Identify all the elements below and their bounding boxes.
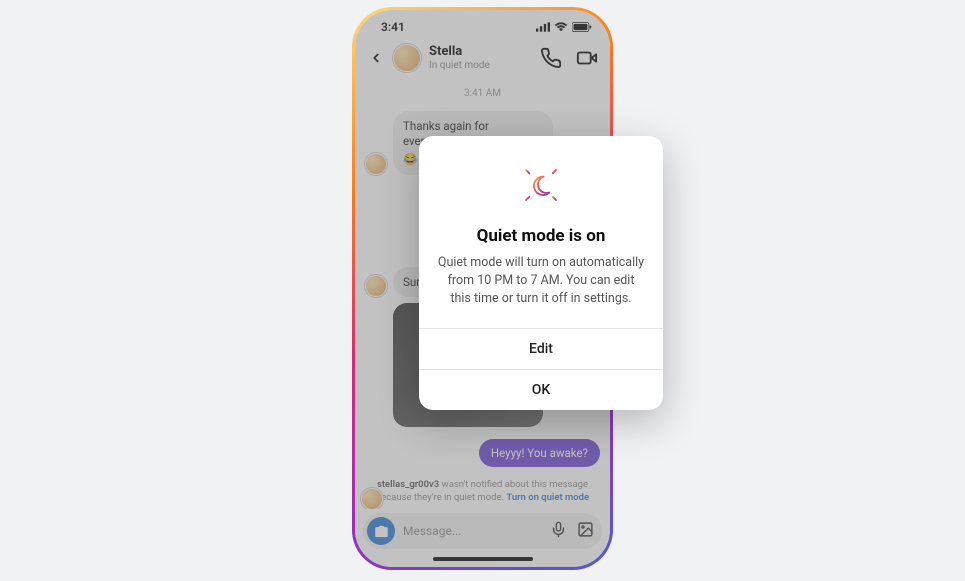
- contact-avatar[interactable]: [393, 44, 421, 72]
- ok-button[interactable]: OK: [419, 369, 663, 410]
- msg-avatar: [361, 488, 383, 509]
- quiet-mode-icon: [516, 160, 566, 214]
- message-composer[interactable]: Message...: [363, 513, 602, 549]
- header-text[interactable]: Stella In quiet mode: [429, 45, 532, 70]
- camera-button[interactable]: [367, 517, 395, 545]
- edit-button[interactable]: Edit: [419, 328, 663, 369]
- mic-icon[interactable]: [550, 521, 567, 542]
- home-indicator[interactable]: [433, 557, 533, 561]
- contact-name: Stella: [429, 45, 532, 59]
- wifi-icon: [554, 22, 568, 32]
- chat-header: Stella In quiet mode: [355, 38, 610, 82]
- contact-status: In quiet mode: [429, 60, 532, 71]
- outgoing-message-row: Heyyy! You awake?: [365, 439, 600, 467]
- cellular-icon: [536, 22, 550, 32]
- modal-body: Quiet mode will turn on automatically fr…: [419, 254, 663, 328]
- modal-title: Quiet mode is on: [461, 226, 622, 254]
- outgoing-bubble[interactable]: Heyyy! You awake?: [479, 439, 600, 467]
- gallery-icon[interactable]: [577, 521, 594, 542]
- call-button[interactable]: [540, 47, 562, 69]
- notice-username: stellas_gr00v3: [377, 479, 439, 490]
- back-button[interactable]: [367, 49, 385, 67]
- status-time: 3:41: [381, 20, 405, 34]
- chat-timestamp: 3:41 AM: [365, 88, 600, 99]
- status-bar: 3:41: [355, 10, 610, 38]
- msg-avatar: [365, 275, 387, 297]
- quiet-mode-modal: Quiet mode is on Quiet mode will turn on…: [419, 136, 663, 410]
- status-icons: [536, 22, 592, 32]
- battery-icon: [572, 22, 592, 32]
- quiet-mode-notice: stellas_gr00v3 wasn't notified about thi…: [365, 473, 600, 509]
- notice-link[interactable]: Turn on quiet mode: [506, 492, 589, 503]
- video-button[interactable]: [576, 47, 598, 69]
- msg-avatar: [365, 153, 387, 175]
- outgoing-text: Heyyy! You awake?: [491, 446, 588, 460]
- message-input[interactable]: Message...: [403, 524, 542, 538]
